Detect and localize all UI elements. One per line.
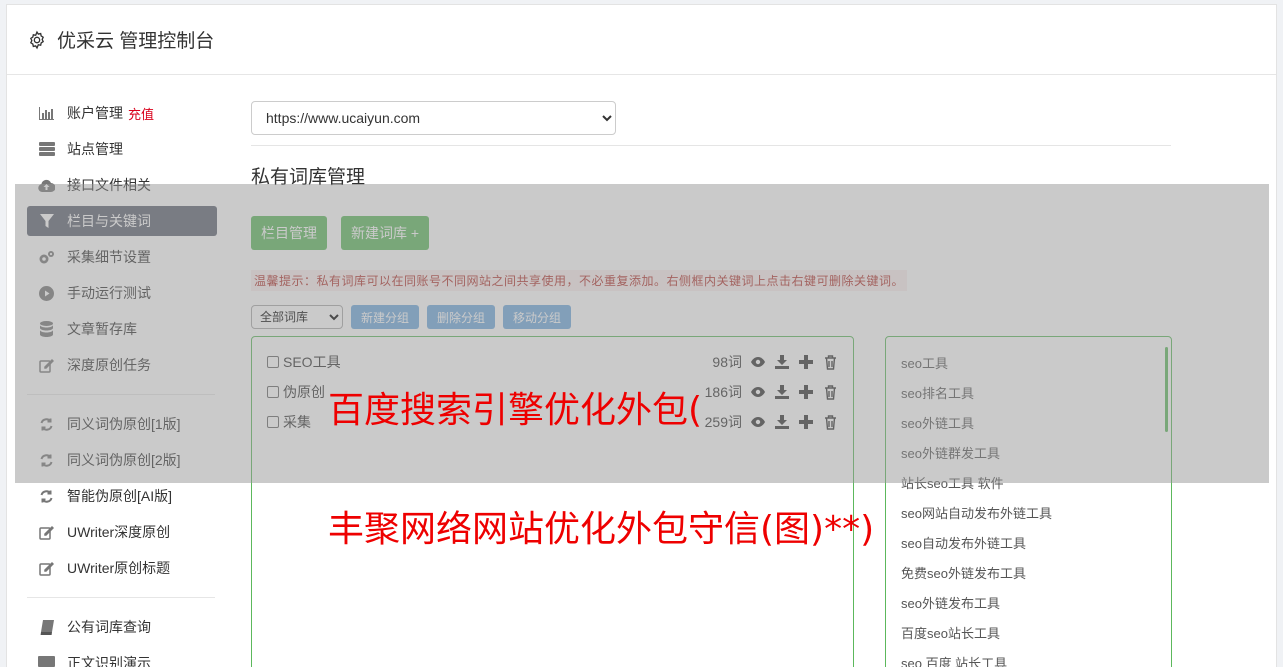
sidebar-item-label: UWriter原创标题 [67, 560, 171, 576]
monitor-icon [38, 655, 55, 667]
sidebar-item-ai-original[interactable]: 智能伪原创[AI版] [27, 481, 217, 511]
gray-overlay [15, 184, 1269, 483]
header: 优采云 管理控制台 [7, 5, 1276, 75]
sidebar-item-account[interactable]: 账户管理 充值 [27, 98, 217, 128]
edit-icon [38, 524, 55, 541]
sidebar-item-public-dict[interactable]: 公有词库查询 [27, 612, 217, 642]
keyword-item[interactable]: 免费seo外链发布工具 [901, 557, 1156, 587]
book-icon [38, 619, 55, 636]
sidebar-item-label: 正文识别演示 [67, 655, 151, 667]
sidebar-item-label: 智能伪原创[AI版] [67, 488, 173, 504]
gear-icon [29, 30, 45, 49]
refresh-icon [38, 488, 55, 505]
divider [251, 145, 1171, 146]
site-select[interactable]: https://www.ucaiyun.com [251, 101, 616, 135]
overlay-headline-2: 丰聚网络网站优化外包守信(图)**) [328, 509, 875, 550]
sidebar-item-label: 公有词库查询 [67, 619, 151, 635]
sidebar-item-sites[interactable]: 站点管理 [27, 134, 217, 164]
sidebar-item-label: UWriter深度原创 [67, 524, 171, 540]
sidebar-item-text-recognition[interactable]: 正文识别演示 [27, 648, 217, 667]
recharge-link[interactable]: 充值 [128, 104, 154, 123]
bar-chart-icon [38, 105, 55, 122]
sidebar-divider [27, 597, 215, 598]
sidebar-item-uwriter-title[interactable]: UWriter原创标题 [27, 553, 217, 583]
edit-icon [38, 560, 55, 577]
sidebar-item-label: 站点管理 [67, 141, 123, 157]
sidebar-item-uwriter-deep[interactable]: UWriter深度原创 [27, 517, 217, 547]
keyword-item[interactable]: seo外链发布工具 [901, 587, 1156, 617]
app-title: 优采云 管理控制台 [57, 31, 215, 52]
server-icon [38, 141, 55, 158]
keyword-item[interactable]: seo 百度 站长工具 [901, 647, 1156, 667]
sidebar-item-label: 账户管理 [67, 105, 123, 121]
overlay-headline-1: 百度搜索引擎优化外包( [328, 390, 703, 431]
keyword-item[interactable]: 百度seo站长工具 [901, 617, 1156, 647]
